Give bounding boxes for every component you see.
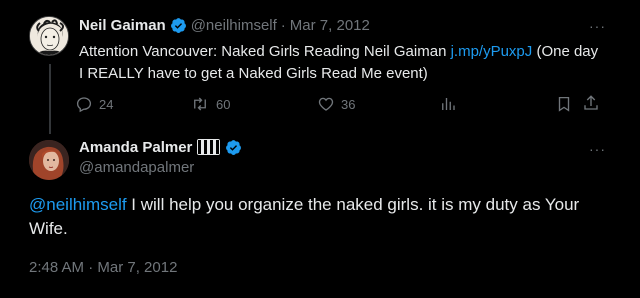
like-button[interactable]: 36	[317, 95, 355, 113]
tweet1-action-bar: 24 60 36	[72, 93, 612, 115]
share-icon	[584, 95, 598, 110]
retweet-count: 60	[216, 96, 231, 112]
amanda-palmer-avatar[interactable]	[29, 140, 69, 180]
tweet1-separator: ·	[280, 16, 286, 34]
tweet1-text: Attention Vancouver: Naked Girls Reading…	[79, 41, 599, 85]
tweet1-text-before-link: Attention Vancouver: Naked Girls Reading…	[79, 43, 451, 60]
bookmark-button[interactable]	[555, 95, 573, 113]
reply-icon	[76, 97, 92, 113]
tweet2-more-options-button[interactable]: ···	[589, 141, 606, 157]
bookmark-icon	[558, 96, 570, 112]
tweet2-text: @neilhimself I will help you organize th…	[29, 193, 609, 241]
tweet1-more-options-button[interactable]: ···	[589, 18, 606, 34]
reply-button[interactable]: 24	[75, 95, 113, 113]
piano-keys-emoji	[197, 139, 221, 155]
retweet-icon	[194, 97, 206, 111]
share-button[interactable]	[582, 94, 600, 112]
verified-badge-icon	[170, 17, 186, 33]
verified-badge-icon	[226, 139, 242, 155]
views-icon	[442, 98, 455, 110]
tweet2-mention[interactable]: @neilhimself	[29, 195, 127, 214]
tweet2-author-handle[interactable]: @amandapalmer	[79, 159, 194, 176]
like-count: 36	[341, 96, 356, 112]
thread-connector-line	[49, 64, 51, 134]
neil-gaiman-avatar[interactable]	[29, 16, 69, 56]
reply-count: 24	[99, 96, 114, 112]
tweet1-link[interactable]: j.mp/yPuxpJ	[451, 43, 533, 60]
tweet2-author-name[interactable]: Amanda Palmer	[79, 139, 192, 156]
tweet2-header: Amanda Palmer	[79, 137, 242, 157]
tweet1-date[interactable]: Mar 7, 2012	[290, 17, 370, 34]
tweet1-author-name[interactable]: Neil Gaiman	[79, 17, 166, 34]
like-icon	[318, 97, 334, 111]
tweet1-header: Neil Gaiman @neilhimself · Mar 7, 2012	[79, 15, 370, 35]
retweet-button[interactable]: 60	[190, 95, 230, 113]
views-button[interactable]	[439, 95, 457, 113]
tweet2-timestamp[interactable]: 2:48 AM · Mar 7, 2012	[29, 259, 177, 276]
tweet1-author-handle[interactable]: @neilhimself	[191, 17, 277, 34]
